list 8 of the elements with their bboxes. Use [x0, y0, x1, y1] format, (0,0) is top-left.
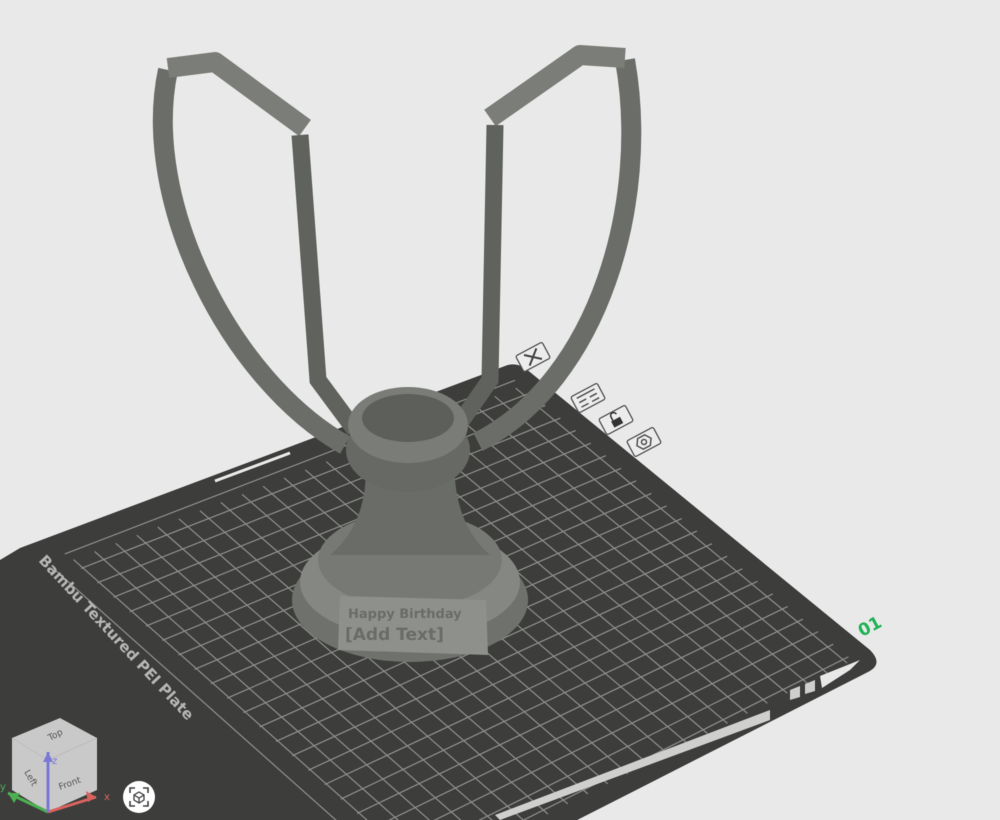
axis-label: z — [52, 756, 58, 767]
cube-face-label: Front — [58, 776, 82, 793]
fit-view-button[interactable] — [123, 781, 155, 813]
axis-label: y — [0, 782, 6, 793]
view-cube-drawing[interactable] — [12, 718, 97, 812]
plate-number: 01 — [854, 612, 886, 642]
cube-face-label: Top — [46, 728, 65, 744]
axis-label: x — [104, 792, 110, 803]
